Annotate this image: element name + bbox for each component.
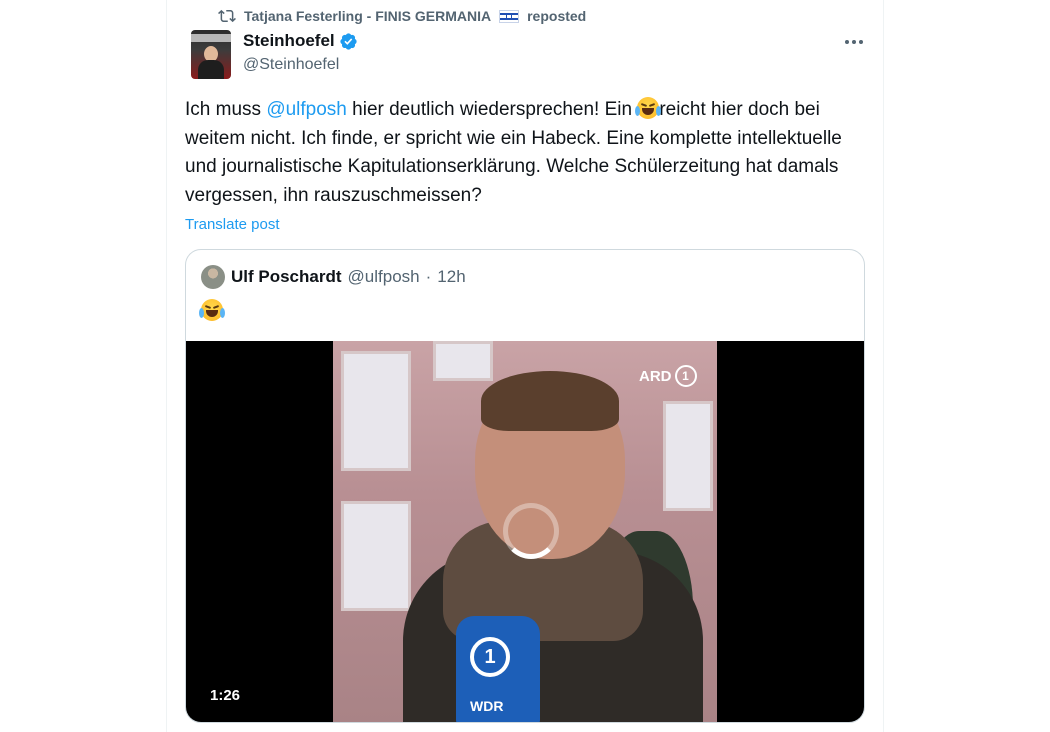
video-duration: 1:26: [210, 687, 241, 704]
broadcaster-label: ARD: [639, 367, 672, 385]
author-display-name[interactable]: Steinhoefel: [243, 31, 335, 51]
repost-label: reposted: [527, 8, 587, 24]
mention-link[interactable]: @ulfposh: [266, 99, 347, 120]
author-info: Steinhoefel @Steinhoefel: [243, 31, 358, 74]
reposter-name[interactable]: Tatjana Festerling - FINIS GERMANIA: [244, 8, 491, 24]
more-options-icon[interactable]: [840, 34, 868, 50]
author-handle[interactable]: @Steinhoefel: [243, 56, 358, 74]
quoted-separator: ·: [425, 267, 432, 286]
post-text-part1: Ich muss: [185, 99, 267, 120]
post-text: Ich muss @ulfposh hier deutlich wiedersp…: [185, 96, 865, 210]
video-player[interactable]: 1 WDR ARD 1 1:26: [186, 341, 864, 722]
laughing-tears-emoji-icon: [199, 299, 225, 321]
repost-context[interactable]: Tatjana Festerling - FINIS GERMANIA repo…: [218, 6, 586, 26]
loading-spinner-icon: [503, 503, 559, 559]
ard-one-icon: 1: [470, 637, 510, 677]
post-text-part2: hier deutlich wiedersprechen! Ein: [346, 99, 638, 120]
quoted-post[interactable]: Ulf Poschardt @ulfposh · 12h 1 WDR ARD 1: [185, 249, 865, 723]
quoted-author-display-name[interactable]: Ulf Poschardt: [231, 267, 342, 287]
mic-label: WDR: [470, 698, 504, 714]
translate-post-link[interactable]: Translate post: [185, 216, 280, 233]
quoted-author-avatar[interactable]: [201, 265, 225, 289]
repost-icon: [218, 9, 236, 23]
quoted-post-text: [199, 299, 225, 322]
quoted-post-header: Ulf Poschardt @ulfposh · 12h: [201, 265, 466, 289]
israel-flag-icon: [499, 9, 520, 23]
ard-one-badge-icon: 1: [674, 365, 697, 387]
verified-badge-icon[interactable]: [339, 32, 358, 51]
laughing-tears-emoji-icon: [635, 97, 662, 119]
ard-logo: ARD 1: [639, 365, 697, 387]
author-display-name-row[interactable]: Steinhoefel: [243, 31, 358, 51]
author-avatar[interactable]: [191, 30, 231, 79]
quoted-timestamp[interactable]: 12h: [437, 267, 465, 287]
quoted-author-handle[interactable]: @ulfposh: [348, 267, 420, 287]
